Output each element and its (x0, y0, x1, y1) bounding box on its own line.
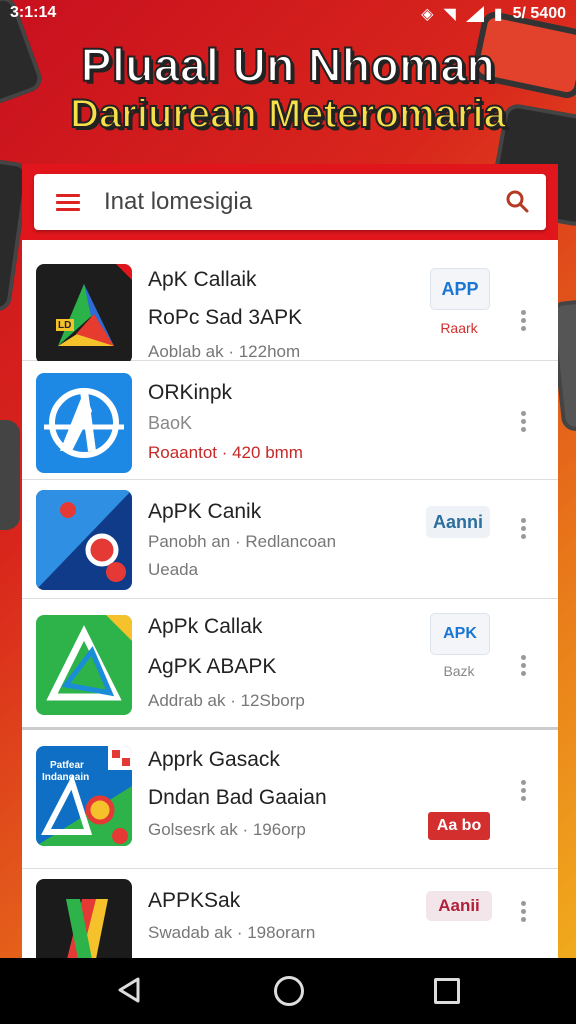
app-badge[interactable]: Aanni (426, 506, 490, 538)
search-input[interactable]: Inat lomesigia (104, 188, 252, 216)
list-item[interactable]: LD ApK Callaik RoPc Sad 3APK Aoblab ak ·… (22, 242, 558, 364)
more-options-icon[interactable] (521, 780, 527, 804)
search-icon[interactable] (504, 188, 530, 214)
app-meta: Golsesrk ak · 196orp (148, 820, 306, 839)
home-icon[interactable] (274, 976, 304, 1006)
more-options-icon[interactable] (521, 901, 527, 925)
list-item[interactable]: Patfear Indanoain Apprk Gasack Dndan Bad… (22, 730, 558, 869)
icon-label: LD (58, 320, 72, 331)
banner-title: Pluaal Un Nhoman (80, 38, 496, 92)
battery-label: 5/ 5400 (512, 5, 566, 22)
app-list: LD ApK Callaik RoPc Sad 3APK Aoblab ak ·… (22, 242, 558, 964)
badge-sublabel: Raark (440, 320, 478, 336)
app-icon (36, 490, 132, 590)
nfc-icon: ◈ (421, 6, 434, 23)
app-icon (36, 373, 132, 473)
recent-apps-icon[interactable] (434, 978, 460, 1004)
signal-icon (465, 6, 484, 22)
more-options-icon[interactable] (521, 310, 527, 334)
list-item[interactable]: ApPk Callak AgPK ABAPK Addrab ak · 12Sbo… (22, 599, 558, 730)
search-bar[interactable]: Inat lomesigia (34, 174, 546, 230)
navigation-bar (0, 958, 576, 1024)
list-item[interactable]: ORKinpk BaoK Roaantot · 420 bmm (22, 361, 558, 480)
app-badge[interactable]: APK (430, 613, 490, 655)
app-meta: Swadab ak · 198orarn (148, 923, 316, 942)
menu-icon[interactable] (56, 194, 80, 212)
app-icon: LD (36, 264, 132, 364)
app-title: ORKinpk (148, 381, 233, 404)
app-icon (36, 879, 132, 964)
app-subtitle: Dndan Bad Gaaian (148, 786, 327, 809)
clock: 3:1:14 (10, 4, 57, 21)
search-bar-container: Inat lomesigia (22, 164, 558, 240)
wifi-icon: ◥ (443, 6, 456, 23)
more-options-icon[interactable] (521, 518, 527, 542)
back-icon[interactable] (116, 976, 142, 1004)
banner-subtitle: Dariurean Meteromaria (69, 91, 507, 137)
status-bar: 3:1:14 ◈ ◥ ▮ 5/ 5400 (0, 0, 576, 28)
app-icon: Patfear Indanoain (36, 746, 132, 846)
status-icons: ◈ ◥ ▮ 5/ 5400 (421, 4, 566, 24)
list-item[interactable]: APPKSak Swadab ak · 198orarn Aanii (22, 869, 558, 964)
app-title: ApK Callaik (148, 268, 257, 291)
app-meta: Aoblab ak · 122hom (148, 342, 301, 361)
more-options-icon[interactable] (521, 411, 527, 435)
battery-icon: ▮ (493, 6, 503, 23)
app-badge[interactable]: Aa bo (428, 812, 490, 840)
app-title: ApPk Callak (148, 615, 263, 638)
app-panel: Inat lomesigia LD ApK Callaik RoPc Sad 3… (22, 164, 558, 964)
app-badge[interactable]: APP (430, 268, 490, 310)
list-item[interactable]: ApPK Canik Panobh an · Redlancoan Ueada … (22, 480, 558, 599)
app-subtitle: BaoK (148, 413, 193, 433)
app-subtitle: AgPK ABAPK (148, 655, 277, 678)
badge-sublabel: Bazk (443, 663, 475, 679)
app-subtitle: Panobh an · Redlancoan (148, 532, 337, 551)
app-icon (36, 615, 132, 715)
app-badge[interactable]: Aanii (426, 891, 492, 921)
background-device (0, 420, 20, 530)
more-options-icon[interactable] (521, 655, 527, 679)
app-title: ApPK Canik (148, 500, 262, 523)
icon-label: Patfear (50, 760, 84, 771)
app-meta: Ueada (148, 560, 199, 579)
app-meta: Addrab ak · 12Sborp (148, 691, 305, 710)
app-subtitle: RoPc Sad 3APK (148, 306, 303, 329)
icon-label: Indanoain (42, 772, 90, 783)
app-title: APPKSak (148, 889, 241, 912)
app-meta: Roaantot · 420 bmm (148, 443, 303, 462)
app-title: Apprk Gasack (148, 748, 280, 771)
